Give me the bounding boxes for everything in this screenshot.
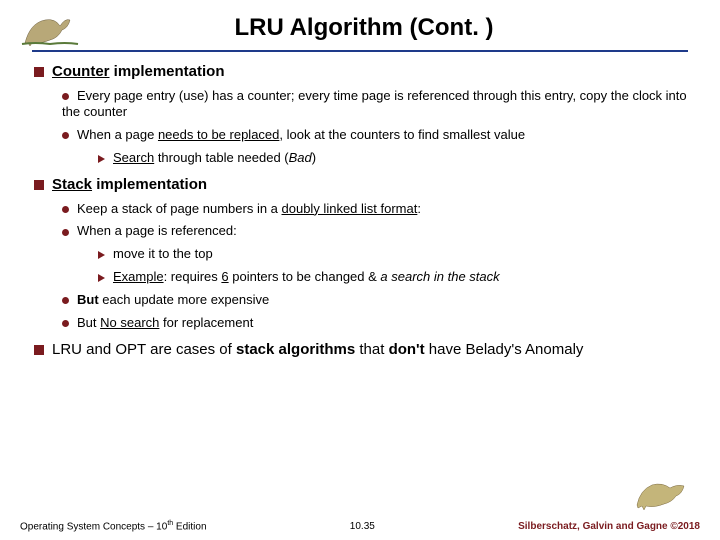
sub-underline: Example: [113, 269, 164, 284]
bullet-underline: needs to be replaced: [158, 127, 279, 142]
bullet-underline: No search: [100, 315, 159, 330]
bullet-text: for replacement: [159, 315, 253, 330]
title-rule: [32, 50, 688, 52]
section-heading: Counter implementation: [34, 62, 700, 82]
bullet-item: When a page is referenced:: [62, 223, 700, 240]
bullet-text: Keep a stack of page numbers in a: [77, 201, 282, 216]
heading-underline: Counter: [52, 63, 110, 80]
final-bullet: LRU and OPT are cases of stack algorithm…: [34, 340, 700, 360]
bullet-text: When a page: [77, 127, 158, 142]
sub-text: through table needed (: [154, 150, 288, 165]
sub-text: pointers to be changed &: [229, 269, 381, 284]
bullet-text: each update more expensive: [99, 292, 270, 307]
dot-bullet-icon: [62, 206, 69, 213]
square-bullet-icon: [34, 345, 44, 355]
sub-text: ): [312, 150, 316, 165]
footer-left: Operating System Concepts – 10th Edition: [20, 520, 207, 532]
final-text: have Belady's Anomaly: [425, 341, 584, 358]
sub-text: move it to the top: [113, 246, 213, 261]
sub-bullet-item: Example: requires 6 pointers to be chang…: [98, 269, 700, 286]
sub-bullet-item: Search through table needed (Bad): [98, 150, 700, 167]
dot-bullet-icon: [62, 229, 69, 236]
dot-bullet-icon: [62, 132, 69, 139]
heading-text: implementation: [110, 63, 225, 80]
footer-text: Operating System Concepts – 10: [20, 521, 167, 532]
dot-bullet-icon: [62, 320, 69, 327]
sub-text: : requires: [164, 269, 222, 284]
arrow-bullet-icon: [98, 251, 105, 259]
footer-center: 10.35: [207, 521, 519, 532]
bullet-text: Every page entry (use) has a counter; ev…: [62, 88, 687, 120]
bullet-item: Keep a stack of page numbers in a doubly…: [62, 201, 700, 218]
footer: Operating System Concepts – 10th Edition…: [20, 520, 700, 532]
title-row: LRU Algorithm (Cont. ): [20, 8, 700, 48]
bullet-text: :: [417, 201, 421, 216]
bullet-item: Every page entry (use) has a counter; ev…: [62, 88, 700, 122]
slide-title: LRU Algorithm (Cont. ): [88, 14, 640, 42]
dino-big-icon: [632, 470, 692, 512]
bullet-item: But No search for replacement: [62, 315, 700, 332]
heading-underline: Stack: [52, 176, 92, 193]
dino-small-icon: [20, 8, 80, 48]
bullet-text: When a page is referenced:: [77, 223, 237, 238]
section-heading: Stack implementation: [34, 175, 700, 195]
sub-italic: a search in the stack: [380, 269, 499, 284]
arrow-bullet-icon: [98, 155, 105, 163]
bullet-underline: doubly linked list format: [282, 201, 418, 216]
final-bold: don't: [389, 341, 425, 358]
slide: LRU Algorithm (Cont. ) Counter implement…: [0, 0, 720, 403]
dot-bullet-icon: [62, 297, 69, 304]
square-bullet-icon: [34, 180, 44, 190]
bullet-text: , look at the counters to find smallest …: [279, 127, 525, 142]
sub-underline: 6: [221, 269, 228, 284]
dot-bullet-icon: [62, 93, 69, 100]
bullet-bold: But: [77, 292, 99, 307]
final-text: LRU and OPT are cases of: [52, 341, 236, 358]
footer-text: Edition: [173, 521, 206, 532]
final-bold: stack algorithms: [236, 341, 355, 358]
heading-text: implementation: [92, 176, 207, 193]
arrow-bullet-icon: [98, 274, 105, 282]
bullet-item: When a page needs to be replaced, look a…: [62, 127, 700, 144]
final-text: that: [355, 341, 388, 358]
footer-right: Silberschatz, Galvin and Gagne ©2018: [518, 521, 700, 532]
sub-underline: Search: [113, 150, 154, 165]
bullet-text: But: [77, 315, 100, 330]
square-bullet-icon: [34, 67, 44, 77]
sub-italic: Bad: [289, 150, 312, 165]
bullet-item: But each update more expensive: [62, 292, 700, 309]
sub-bullet-item: move it to the top: [98, 246, 700, 263]
